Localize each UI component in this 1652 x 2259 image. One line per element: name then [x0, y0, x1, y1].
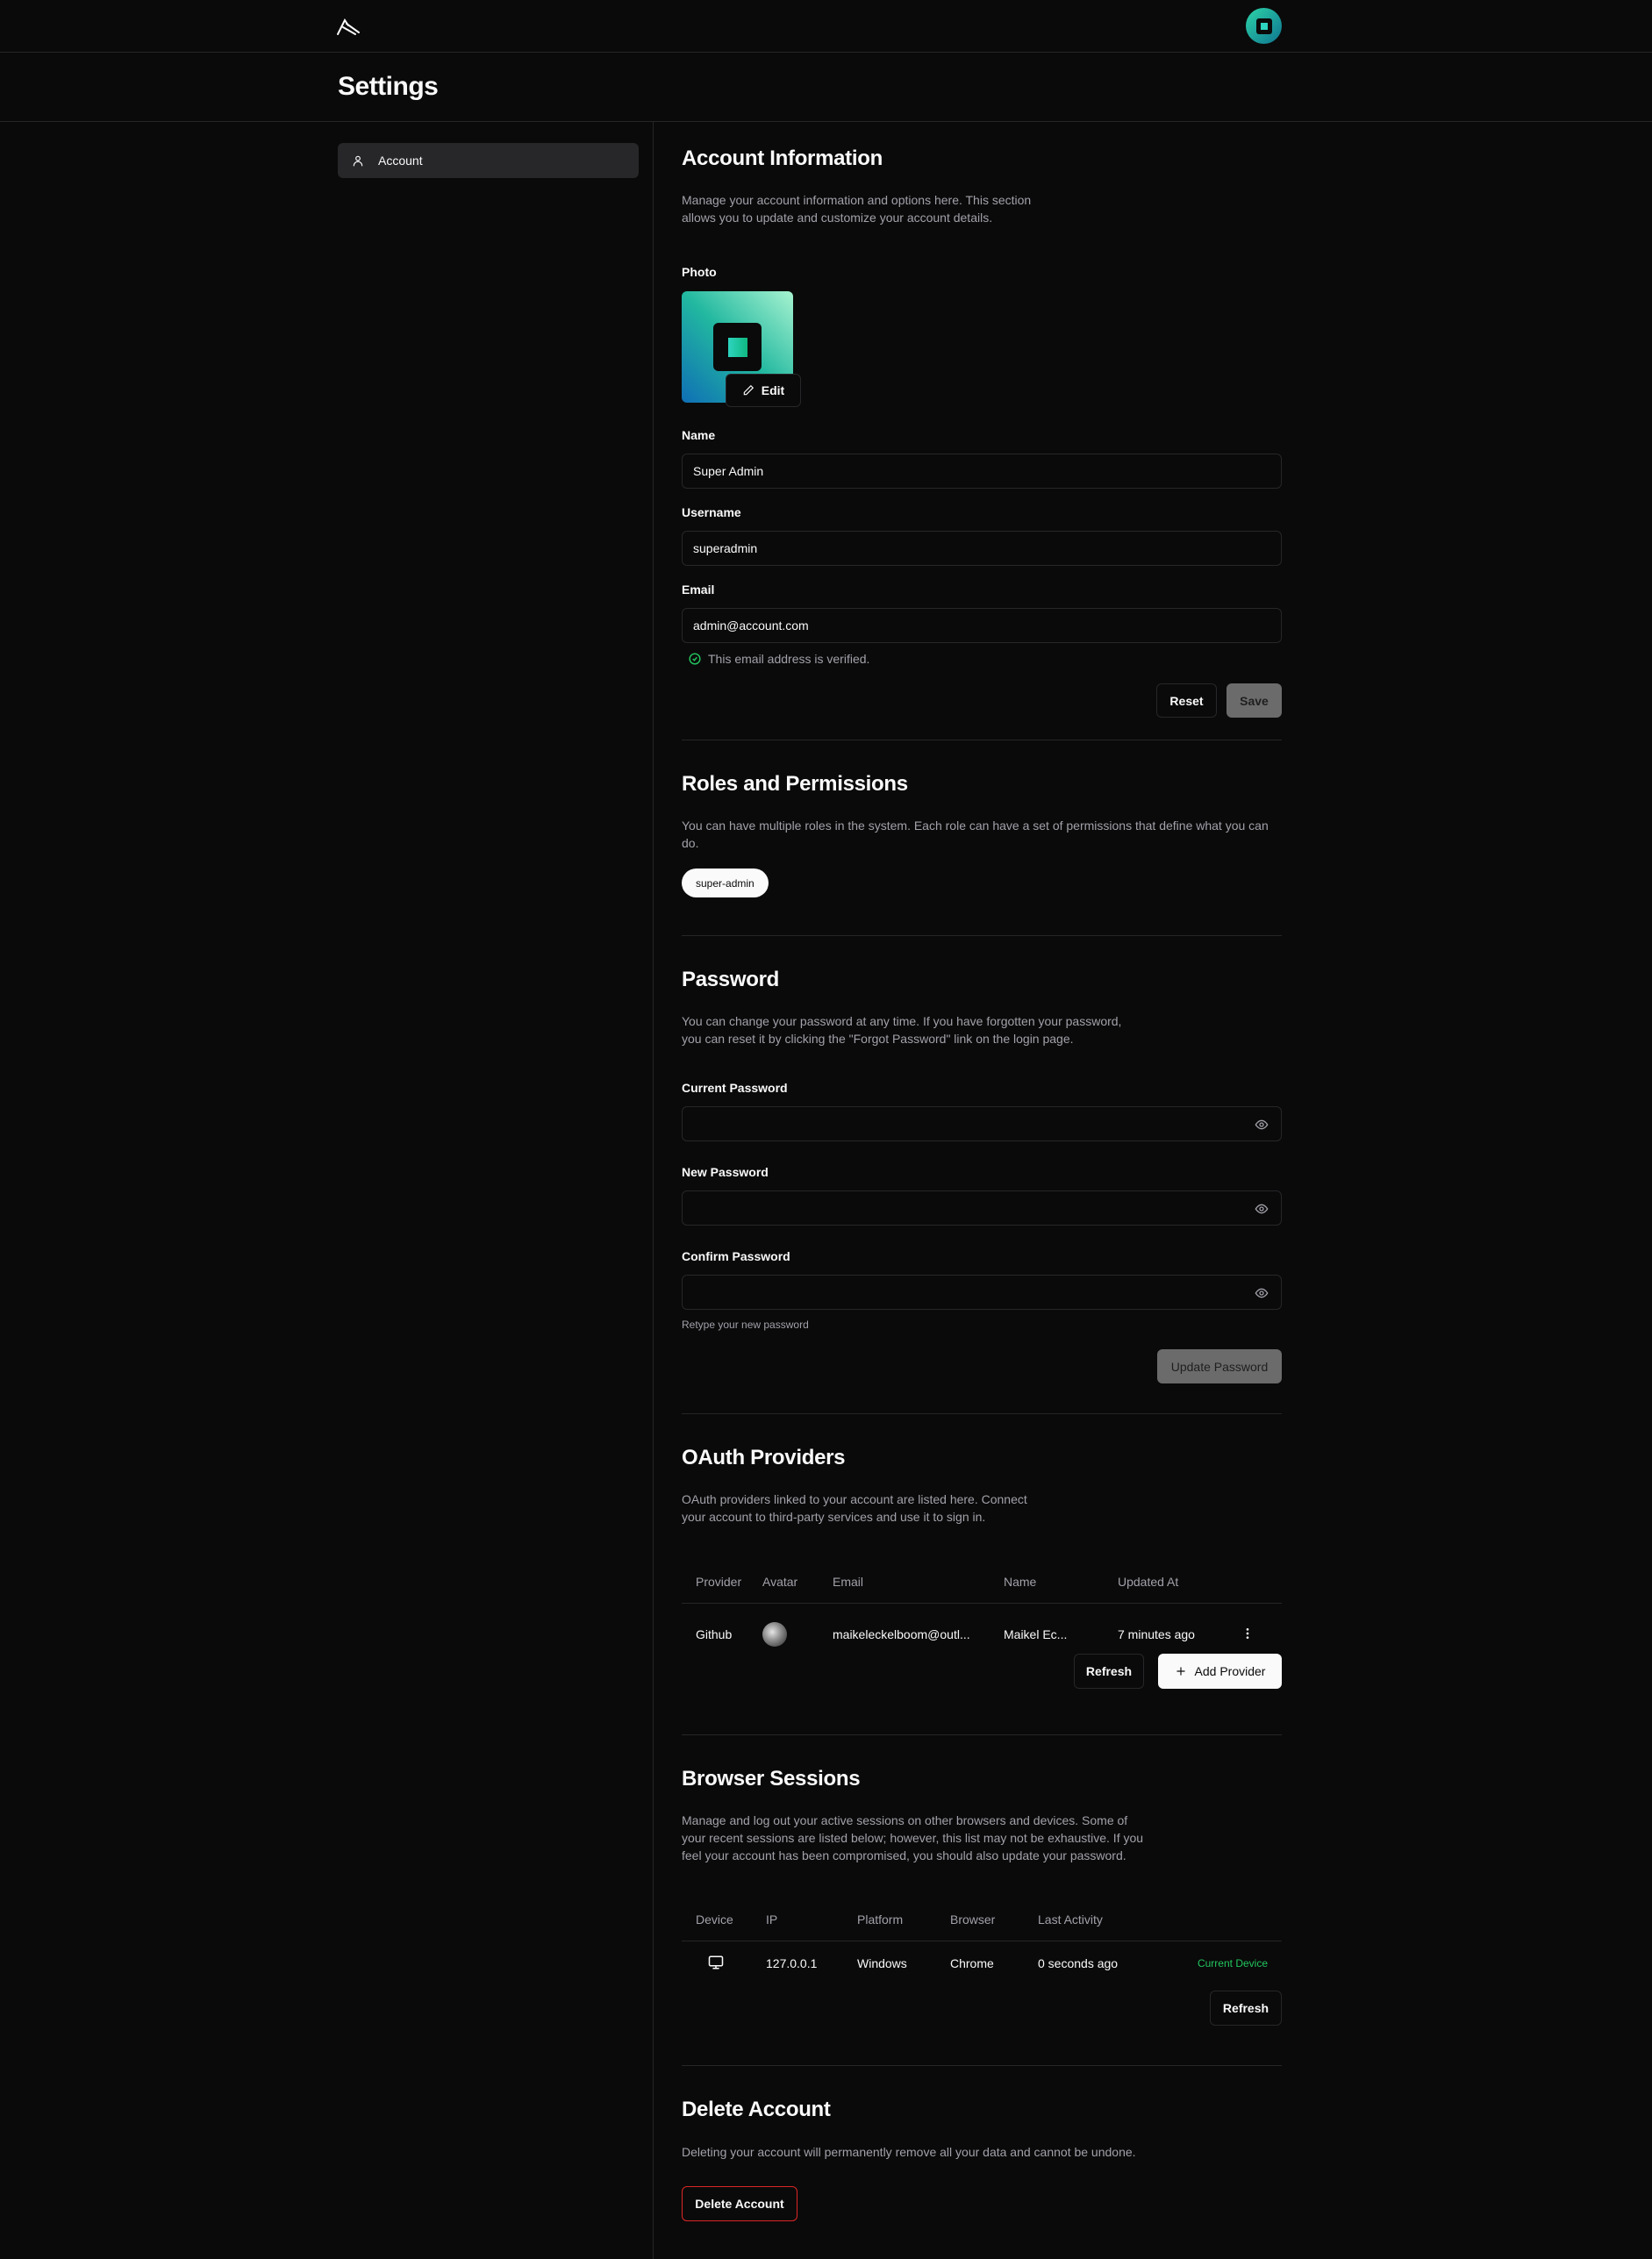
section-title: Roles and Permissions	[682, 772, 908, 796]
browser-cell: Chrome	[950, 1956, 994, 1971]
eye-icon[interactable]	[1255, 1286, 1269, 1300]
user-icon	[353, 155, 363, 167]
email-cell: maikeleckelboom@outl...	[833, 1627, 970, 1642]
reset-button[interactable]: Reset	[1156, 683, 1217, 718]
oauth-refresh-button[interactable]: Refresh	[1074, 1654, 1144, 1689]
sidebar-item-account[interactable]: Account	[338, 143, 639, 178]
name-input[interactable]: Super Admin	[682, 454, 1282, 489]
section-title: Password	[682, 968, 779, 991]
table-header-row: Device IP Platform Browser Last Activity	[682, 1898, 1282, 1941]
oauth-section: OAuth Providers OAuth providers linked t…	[682, 1414, 1282, 1735]
new-password-input[interactable]	[682, 1190, 1282, 1226]
eye-icon[interactable]	[1255, 1118, 1269, 1132]
section-description: OAuth providers linked to your account a…	[682, 1492, 1027, 1524]
pencil-icon	[743, 384, 754, 396]
plus-icon	[1176, 1667, 1185, 1676]
confirm-password-input[interactable]	[682, 1275, 1282, 1310]
column-header: Browser	[950, 1912, 996, 1927]
avatar-cell	[762, 1603, 833, 1666]
current-password-input[interactable]	[682, 1106, 1282, 1141]
section-description: Deleting your account will permanently r…	[682, 2145, 1136, 2159]
column-header: Avatar	[762, 1574, 798, 1589]
edit-photo-button[interactable]: Edit	[726, 374, 801, 407]
current-device-badge: Current Device	[1197, 1957, 1268, 1970]
edit-label: Edit	[761, 383, 785, 397]
new-password-label: New Password	[682, 1165, 769, 1179]
sidebar-item-label: Account	[378, 154, 423, 168]
confirm-password-label: Confirm Password	[682, 1249, 790, 1263]
eye-icon[interactable]	[1255, 1202, 1269, 1216]
save-button[interactable]: Save	[1226, 683, 1282, 718]
page-header: Settings	[0, 53, 1652, 122]
column-header: IP	[766, 1912, 778, 1927]
section-title: OAuth Providers	[682, 1446, 846, 1469]
delete-section: Delete Account Deleting your account wil…	[682, 2066, 1282, 2259]
update-password-button[interactable]: Update Password	[1157, 1349, 1282, 1383]
last-activity-cell: 0 seconds ago	[1038, 1956, 1119, 1971]
section-title: Delete Account	[682, 2098, 831, 2121]
vertical-divider	[653, 122, 654, 2259]
table-header-row: Provider Avatar Email Name Updated At	[682, 1561, 1282, 1603]
provider-avatar	[762, 1622, 787, 1648]
email-verified-status: This email address is verified.	[689, 652, 869, 666]
column-header: Device	[696, 1912, 733, 1927]
device-cell	[682, 1941, 766, 1986]
column-header: Last Activity	[1038, 1912, 1103, 1927]
column-header: Platform	[857, 1912, 904, 1927]
check-circle-icon	[689, 653, 701, 665]
ip-cell: 127.0.0.1	[766, 1956, 818, 1971]
add-provider-button[interactable]: Add Provider	[1158, 1654, 1282, 1689]
sessions-section: Browser Sessions Manage and log out your…	[682, 1735, 1282, 2066]
section-title: Account Information	[682, 147, 883, 170]
main-content: Account Information Manage your account …	[682, 122, 1282, 2259]
section-description: Manage and log out your active sessions …	[682, 1813, 1144, 1862]
section-description: You can change your password at any time…	[682, 1014, 1122, 1046]
column-header: Email	[833, 1574, 864, 1589]
password-section: Password You can change your password at…	[682, 936, 1282, 1414]
role-badge: super-admin	[682, 869, 769, 897]
username-input[interactable]: superadmin	[682, 531, 1282, 566]
monitor-icon	[708, 1955, 724, 1969]
sessions-refresh-button[interactable]: Refresh	[1210, 1991, 1282, 2026]
name-label: Name	[682, 428, 716, 442]
sessions-table: Device IP Platform Browser Last Activity…	[682, 1898, 1282, 1986]
account-info-section: Account Information Manage your account …	[682, 122, 1282, 740]
photo-label: Photo	[682, 265, 717, 279]
logo-icon[interactable]	[336, 15, 361, 38]
column-header: Updated At	[1118, 1574, 1179, 1589]
section-title: Browser Sessions	[682, 1767, 861, 1791]
column-header: Provider	[696, 1574, 742, 1589]
page-title: Settings	[338, 72, 439, 101]
section-description: You can have multiple roles in the syste…	[682, 819, 1269, 850]
top-navbar	[0, 0, 1652, 53]
user-avatar[interactable]	[1246, 8, 1282, 44]
roles-section: Roles and Permissions You can have multi…	[682, 740, 1282, 936]
sidebar: Account	[338, 143, 639, 178]
section-description: Manage your account information and opti…	[682, 193, 1032, 225]
more-vertical-icon[interactable]	[1241, 1626, 1255, 1641]
oauth-table: Provider Avatar Email Name Updated At Gi…	[682, 1561, 1282, 1666]
table-row: 127.0.0.1 Windows Chrome 0 seconds ago C…	[682, 1941, 1282, 1986]
confirm-password-hint: Retype your new password	[682, 1319, 809, 1331]
current-password-label: Current Password	[682, 1081, 788, 1095]
provider-cell: Github	[696, 1627, 733, 1642]
column-header: Name	[1004, 1574, 1037, 1589]
email-label: Email	[682, 583, 715, 597]
delete-account-button[interactable]: Delete Account	[682, 2186, 797, 2221]
email-input[interactable]: admin@account.com	[682, 608, 1282, 643]
platform-cell: Windows	[857, 1956, 907, 1971]
username-label: Username	[682, 505, 741, 519]
